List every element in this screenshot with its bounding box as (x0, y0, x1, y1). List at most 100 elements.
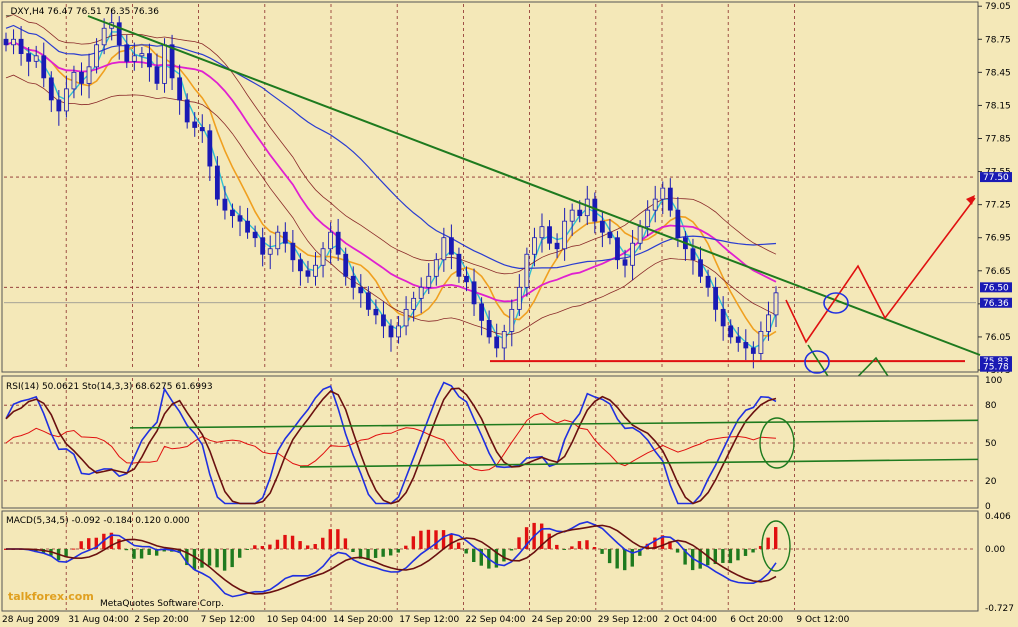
macd-histogram-bar (623, 548, 627, 571)
macd-histogram-bar (441, 530, 446, 549)
time-tick-label: 17 Sep 12:00 (399, 615, 459, 625)
candle-body (698, 259, 703, 277)
candle-body (441, 237, 447, 261)
candle-body (675, 209, 681, 239)
candle-body (448, 237, 454, 255)
candle-body (131, 55, 137, 62)
macd-histogram-bar (607, 548, 612, 564)
macd-histogram-bar (411, 536, 416, 549)
candle-body (539, 226, 545, 239)
candle-body (615, 237, 620, 261)
macd-histogram-bar (766, 537, 770, 549)
candle-body (388, 325, 394, 338)
candle-body (713, 286, 719, 310)
candle-body (743, 342, 749, 349)
candle-body (3, 38, 9, 46)
price-tick-label: 78.45 (985, 68, 1011, 78)
candle-body (456, 253, 462, 277)
candle-body (11, 38, 16, 46)
macd-histogram-bar (222, 548, 227, 571)
candle-body (33, 55, 39, 62)
macd-histogram-bar (675, 548, 680, 553)
candle-body (645, 209, 651, 228)
macd-histogram-bar (147, 548, 151, 555)
time-tick-label: 22 Sep 04:00 (465, 615, 525, 625)
time-tick-label: 31 Aug 04:00 (68, 615, 129, 625)
macd-histogram-bar (87, 538, 91, 549)
candle-body (214, 165, 220, 200)
macd-histogram-bar (132, 548, 136, 559)
candle-body (116, 22, 122, 46)
candle-body (690, 248, 696, 261)
rsi-tick-label: 50 (985, 439, 997, 449)
main-header: _DXY,H4 76.47 76.51 76.35 76.36 (5, 7, 159, 17)
candle-body (358, 286, 364, 294)
candle-body (192, 121, 198, 128)
time-tick-label: 2 Oct 04:00 (664, 615, 717, 625)
macd-histogram-bar (434, 530, 438, 549)
macd-histogram-bar (71, 548, 76, 550)
rsi-tick-label: 20 (985, 477, 997, 487)
macd-histogram-bar (456, 542, 461, 549)
candle-body (501, 331, 507, 349)
macd-histogram-bar (472, 548, 476, 563)
candle-body (622, 259, 628, 266)
candle-body (298, 259, 303, 272)
watermark-site: talkforex.com (8, 590, 94, 603)
macd-histogram-bar (404, 545, 408, 549)
candle-body (373, 308, 379, 316)
price-label-text: 75.78 (983, 363, 1009, 373)
macd-histogram-bar (426, 529, 431, 549)
rsi-header: RSI(14) 50.0621 Sto(14,3,3) 68.6275 61.6… (6, 382, 213, 392)
candle-body (282, 231, 288, 244)
macd-histogram-bar (290, 535, 295, 549)
candle-body (335, 231, 341, 255)
macd-histogram-bar (336, 529, 340, 549)
candle-body (516, 286, 522, 310)
candle-body (630, 242, 635, 266)
candle-body (305, 270, 311, 277)
macd-histogram-bar (547, 533, 551, 549)
macd-histogram-bar (570, 546, 574, 549)
candle-body (471, 281, 477, 305)
macd-histogram-bar (600, 548, 604, 554)
price-tick-label: 76.05 (985, 333, 1011, 343)
candle-body (766, 314, 771, 332)
rsi-tick-label: 0 (985, 502, 991, 512)
candle-body (411, 297, 417, 310)
time-tick-label: 2 Sep 20:00 (134, 615, 189, 625)
macd-histogram-bar (728, 548, 733, 564)
candle-body (433, 259, 439, 277)
time-tick-label: 6 Oct 20:00 (730, 615, 783, 625)
macd-histogram-bar (449, 533, 453, 549)
price-label-text: 76.36 (983, 299, 1009, 309)
time-tick-label: 14 Sep 20:00 (333, 615, 393, 625)
macd-histogram-bar (230, 548, 234, 568)
macd-histogram-bar (721, 548, 725, 563)
candle-body (584, 198, 590, 217)
candle-body (199, 127, 205, 132)
macd-histogram-bar (381, 548, 385, 557)
macd-histogram-bar (328, 529, 333, 549)
macd-histogram-bar (245, 548, 249, 550)
candle-body (728, 325, 734, 338)
candle-body (290, 242, 296, 261)
candle-body (758, 331, 764, 354)
macd-histogram-bar (396, 548, 400, 553)
macd-histogram-bar (419, 530, 423, 549)
candle-body (599, 220, 605, 233)
macd-histogram-bar (124, 548, 129, 551)
macd-histogram-bar (592, 547, 597, 549)
candle-body (48, 77, 54, 101)
macd-histogram-bar (207, 548, 212, 566)
macd-histogram-bar (517, 537, 521, 549)
candle-body (94, 44, 99, 68)
candle-body (562, 220, 568, 250)
macd-histogram-bar (343, 538, 348, 549)
macd-histogram-bar (283, 534, 287, 549)
candle-body (426, 275, 432, 288)
time-tick-label: 28 Aug 2009 (2, 615, 60, 625)
candle-body (418, 286, 424, 299)
price-tick-label: 76.65 (985, 267, 1011, 277)
candle-body (56, 99, 62, 112)
